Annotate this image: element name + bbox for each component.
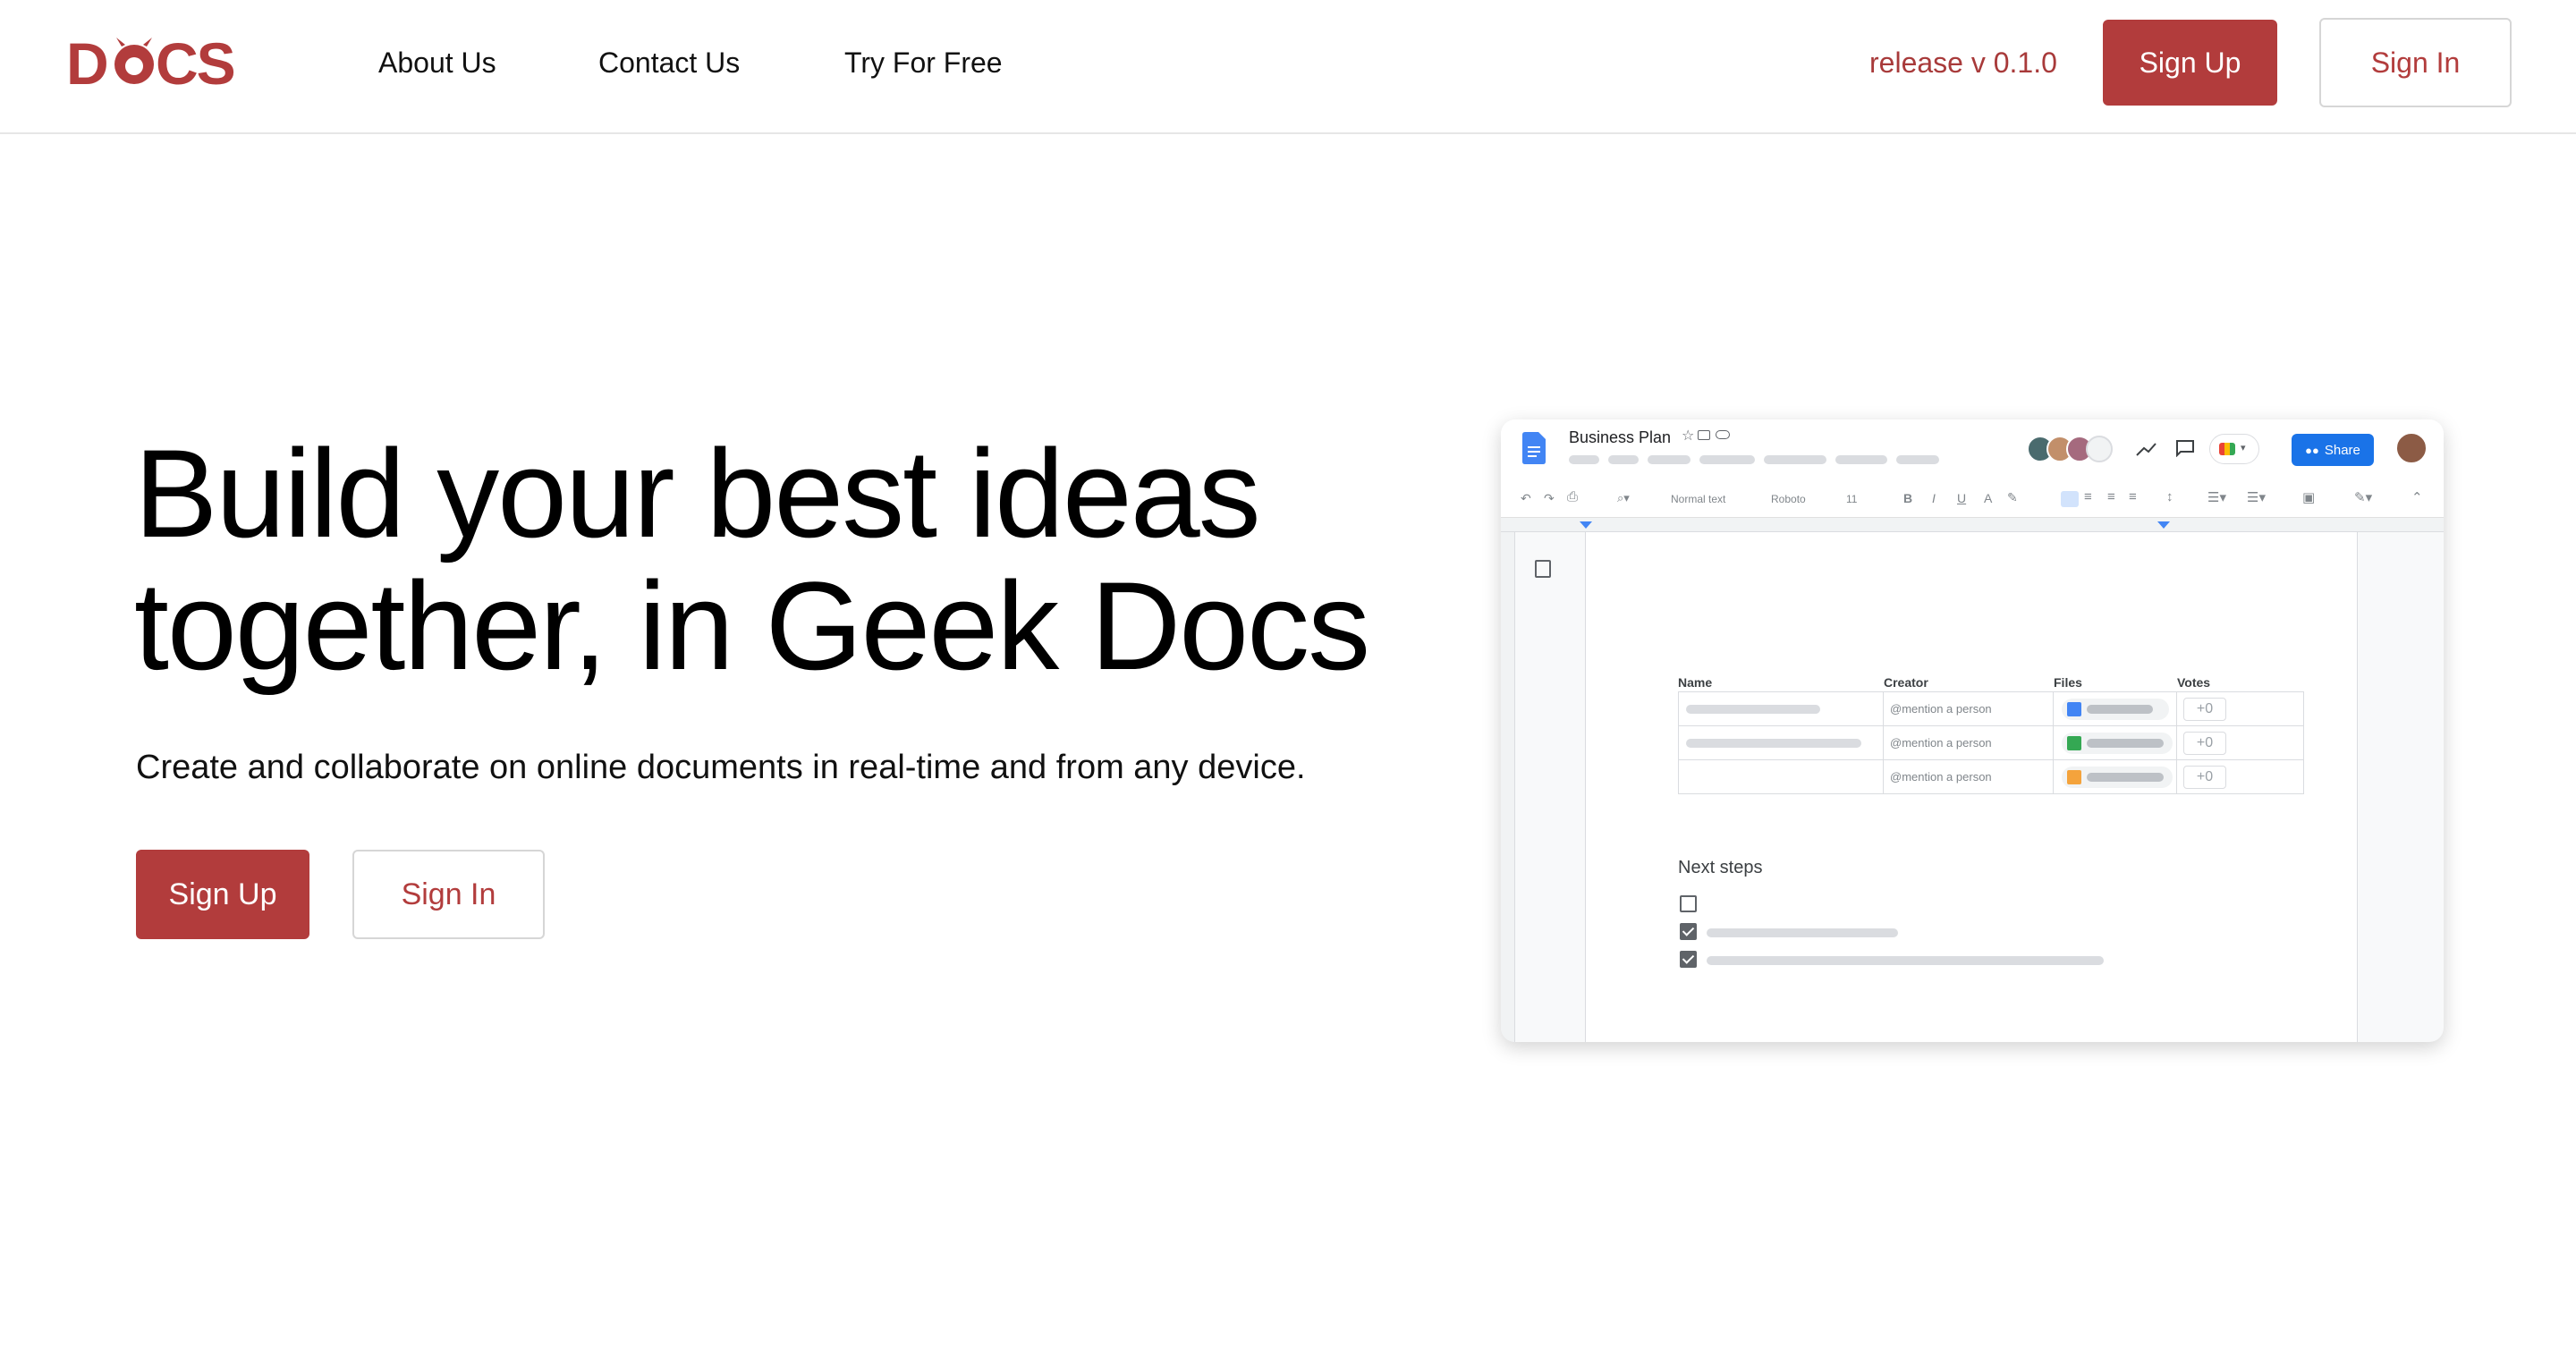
indent-marker-icon [2157,521,2170,529]
people-icon: ●● [2305,443,2319,457]
italic-icon: I [1932,491,1936,505]
folder-icon [1698,430,1710,440]
comment-icon [2176,440,2194,457]
nav-contact-us[interactable]: Contact Us [598,45,740,80]
creator-cell: @mention a person [1890,736,1992,750]
vote-chip: +0 [2183,732,2226,755]
toolbar-size: 11 [1846,493,1858,505]
meet-button: ▾ [2209,434,2259,464]
hero-subtitle: Create and collaborate on online documen… [136,749,1306,786]
numbered-list-icon: ☰▾ [2247,490,2266,505]
vote-chip: +0 [2183,698,2226,721]
docs-file-icon [2067,702,2081,716]
doc-vertical-ruler [1501,532,1515,1042]
docs-file-icon [1522,432,1546,464]
print-icon: ⎙ [1567,489,1579,504]
hero-title-line1: Build your best ideas [134,423,1261,563]
doc-share-button: ●● Share [2292,434,2374,466]
align-left-icon [2061,491,2079,507]
hero-title: Build your best ideas together, in Geek … [134,428,1431,692]
docs-preview-image: Business Plan ☆ ▾ ●● Share ↶ ↷ ⎙ ⌕▾ Norm… [1501,419,2444,1042]
toolbar-style: Normal text [1671,493,1726,505]
nav-about-us[interactable]: About Us [378,45,496,80]
doc-title: Business Plan [1569,428,1672,446]
top-navbar: D CS About Us Contact Us Try For Free re… [0,0,2576,134]
checkbox-unchecked-icon [1680,895,1697,912]
bullet-list-icon: ☰▾ [2207,490,2226,505]
align-center-icon: ≡ [2084,489,2092,504]
user-avatar [2395,432,2428,464]
indent-marker-icon [1580,521,1592,529]
checkbox-checked-icon [1680,923,1697,940]
creator-cell: @mention a person [1890,770,1992,784]
bold-icon: B [1903,491,1913,505]
svg-text:CS: CS [156,34,234,91]
vote-chip: +0 [2183,766,2226,789]
undo-icon: ↶ [1521,491,1531,505]
collapse-icon: ⌃ [2411,490,2423,505]
hero-title-line2: together, in Geek Docs [134,555,1370,696]
sheets-file-icon [2067,736,2081,750]
svg-text:D: D [66,34,107,91]
highlight-icon: ✎ [2007,490,2018,504]
slides-file-icon [2067,770,2081,784]
activity-trend-icon [2136,443,2157,456]
cloud-icon [1716,430,1730,439]
text-color-icon: A [1984,491,1993,505]
table-row: @mention a person +0 [1678,759,2304,794]
table-row: @mention a person +0 [1678,725,2304,760]
hero-sign-up-button[interactable]: Sign Up [136,850,309,939]
nav-try-for-free[interactable]: Try For Free [844,45,1003,80]
align-right-icon: ≡ [2107,489,2115,504]
nav-sign-up-button[interactable]: Sign Up [2103,20,2277,106]
more-collaborators-icon [2086,436,2113,462]
table-header: Files [2054,675,2082,690]
redo-icon: ↷ [1544,491,1555,505]
table-header: Creator [1884,675,1928,690]
toolbar-font: Roboto [1771,493,1806,505]
release-version: release v 0.1.0 [1869,47,2057,79]
checkbox-checked-icon [1680,951,1697,968]
edit-mode-icon: ✎▾ [2354,490,2373,505]
table-header: Name [1678,675,1713,690]
hero-sign-in-button[interactable]: Sign In [352,850,545,939]
share-label: Share [2324,442,2360,458]
table-row: @mention a person +0 [1678,691,2304,726]
nav-sign-in-button[interactable]: Sign In [2319,18,2512,107]
outline-icon [1535,560,1551,578]
doc-ruler [1501,518,2444,532]
star-icon: ☆ [1682,428,1695,444]
docs-logo[interactable]: D CS [66,34,245,91]
justify-icon: ≡ [2129,489,2137,504]
next-steps-heading: Next steps [1678,858,1763,877]
underline-icon: U [1957,491,1967,505]
image-icon: ▣ [2302,490,2316,505]
creator-cell: @mention a person [1890,702,1992,716]
doc-toolbar: ↶ ↷ ⎙ ⌕▾ Normal text Roboto 11 B I U A ✎… [1501,482,2444,518]
doc-header: Business Plan ☆ ▾ ●● Share [1501,419,2444,482]
zoom-icon: ⌕▾ [1617,491,1630,504]
table-header: Votes [2177,675,2211,690]
line-spacing-icon: ↕ [2166,489,2174,504]
